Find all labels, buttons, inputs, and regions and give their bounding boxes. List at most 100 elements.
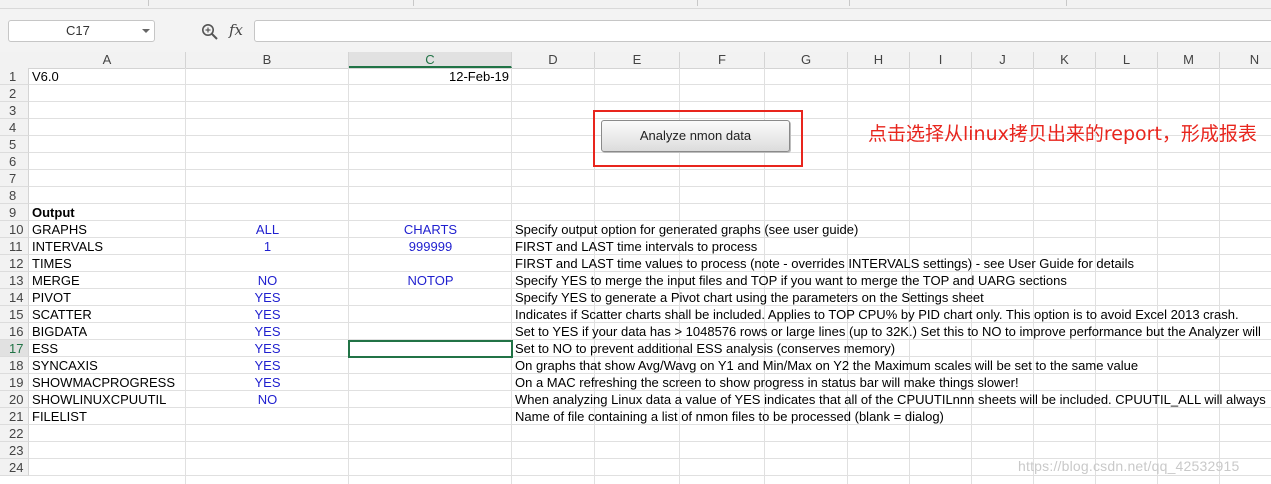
column-header-i[interactable]: I (910, 52, 972, 68)
row-header-24[interactable]: 24 (0, 459, 29, 476)
column-header-g[interactable]: G (765, 52, 848, 68)
cell-c10[interactable]: CHARTS (349, 221, 512, 238)
row-header-5[interactable]: 5 (0, 136, 29, 153)
column-header-c[interactable]: C (349, 52, 512, 68)
cell-b16[interactable]: YES (186, 323, 349, 340)
row-header-8[interactable]: 8 (0, 187, 29, 204)
cell-a1[interactable]: V6.0 (32, 68, 59, 85)
column-header-k[interactable]: K (1034, 52, 1096, 68)
gridline-horizontal (29, 475, 1271, 476)
cell-b17[interactable]: YES (186, 340, 349, 357)
cell-a11[interactable]: INTERVALS (32, 238, 103, 255)
cell-d12[interactable]: FIRST and LAST time values to process (n… (515, 255, 1134, 272)
cell-d11[interactable]: FIRST and LAST time intervals to process (515, 238, 757, 255)
column-header-n[interactable]: N (1220, 52, 1271, 68)
row-header-20[interactable]: 20 (0, 391, 29, 408)
column-header-j[interactable]: J (972, 52, 1034, 68)
name-box-value: C17 (66, 23, 90, 38)
cell-a9[interactable]: Output (32, 204, 75, 221)
cell-d16[interactable]: Set to YES if your data has > 1048576 ro… (515, 323, 1261, 340)
row-header-22[interactable]: 22 (0, 425, 29, 442)
ribbon-divider (148, 0, 149, 6)
column-header-d[interactable]: D (512, 52, 595, 68)
cell-d21[interactable]: Name of file containing a list of nmon f… (515, 408, 944, 425)
column-header-row: ABCDEFGHIJKLMN (0, 52, 1271, 69)
cell-b18[interactable]: YES (186, 357, 349, 374)
fx-icon[interactable]: fx (229, 21, 243, 39)
cell-a12[interactable]: TIMES (32, 255, 72, 272)
row-header-2[interactable]: 2 (0, 85, 29, 102)
cell-a10[interactable]: GRAPHS (32, 221, 87, 238)
ribbon-divider (413, 0, 414, 6)
cell-a16[interactable]: BIGDATA (32, 323, 87, 340)
gridline-horizontal (29, 203, 1271, 204)
name-box[interactable]: C17 (8, 20, 155, 42)
column-header-l[interactable]: L (1096, 52, 1158, 68)
row-header-1[interactable]: 1 (0, 68, 29, 85)
row-header-17[interactable]: 17 (0, 340, 29, 357)
cell-b11[interactable]: 1 (186, 238, 349, 255)
cell-a18[interactable]: SYNCAXIS (32, 357, 98, 374)
row-header-13[interactable]: 13 (0, 272, 29, 289)
row-header-3[interactable]: 3 (0, 102, 29, 119)
zoom-icon[interactable] (201, 23, 219, 41)
row-header-12[interactable]: 12 (0, 255, 29, 272)
cell-c11[interactable]: 999999 (349, 238, 512, 255)
cell-a15[interactable]: SCATTER (32, 306, 92, 323)
row-header-15[interactable]: 15 (0, 306, 29, 323)
cell-d15[interactable]: Indicates if Scatter charts shall be inc… (515, 306, 1239, 323)
cell-a19[interactable]: SHOWMACPROGRESS (32, 374, 175, 391)
gridline-horizontal (29, 101, 1271, 102)
row-header-18[interactable]: 18 (0, 357, 29, 374)
cell-a13[interactable]: MERGE (32, 272, 80, 289)
gridline-horizontal (29, 441, 1271, 442)
cell-c13[interactable]: NOTOP (349, 272, 512, 289)
cell-d20[interactable]: When analyzing Linux data a value of YES… (515, 391, 1266, 408)
column-header-f[interactable]: F (680, 52, 765, 68)
column-header-a[interactable]: A (29, 52, 186, 68)
cell-d17[interactable]: Set to NO to prevent additional ESS anal… (515, 340, 895, 357)
row-header-14[interactable]: 14 (0, 289, 29, 306)
cell-b20[interactable]: NO (186, 391, 349, 408)
annotation-text: 点击选择从linux拷贝出来的report，形成报表 (868, 123, 1257, 145)
cell-a14[interactable]: PIVOT (32, 289, 71, 306)
column-header-e[interactable]: E (595, 52, 680, 68)
cell-b13[interactable]: NO (186, 272, 349, 289)
formula-input[interactable] (254, 20, 1271, 42)
cell-d19[interactable]: On a MAC refreshing the screen to show p… (515, 374, 1019, 391)
cell-d13[interactable]: Specify YES to merge the input files and… (515, 272, 1067, 289)
row-header-10[interactable]: 10 (0, 221, 29, 238)
row-header-9[interactable]: 9 (0, 204, 29, 221)
row-header-19[interactable]: 19 (0, 374, 29, 391)
ribbon-divider (697, 0, 698, 6)
column-header-b[interactable]: B (186, 52, 349, 68)
row-header-11[interactable]: 11 (0, 238, 29, 255)
cell-a20[interactable]: SHOWLINUXCPUUTIL (32, 391, 166, 408)
row-header-4[interactable]: 4 (0, 119, 29, 136)
cell-b19[interactable]: YES (186, 374, 349, 391)
row-header-23[interactable]: 23 (0, 442, 29, 459)
gridline-horizontal (29, 84, 1271, 85)
row-header-7[interactable]: 7 (0, 170, 29, 187)
row-header-6[interactable]: 6 (0, 153, 29, 170)
cell-c1[interactable]: 12-Feb-19 (349, 68, 509, 85)
analyze-nmon-data-button[interactable]: Analyze nmon data (601, 120, 790, 152)
gridline-horizontal (29, 186, 1271, 187)
gridline-horizontal (29, 169, 1271, 170)
ribbon-divider (1066, 0, 1067, 6)
column-header-m[interactable]: M (1158, 52, 1220, 68)
cell-b15[interactable]: YES (186, 306, 349, 323)
chevron-down-icon[interactable] (142, 29, 150, 33)
cell-d18[interactable]: On graphs that show Avg/Wavg on Y1 and M… (515, 357, 1138, 374)
column-header-h[interactable]: H (848, 52, 910, 68)
row-header-16[interactable]: 16 (0, 323, 29, 340)
cell-a21[interactable]: FILELIST (32, 408, 87, 425)
cell-b10[interactable]: ALL (186, 221, 349, 238)
ribbon-strip (0, 0, 1271, 9)
row-header-21[interactable]: 21 (0, 408, 29, 425)
cell-a17[interactable]: ESS (32, 340, 58, 357)
cell-b14[interactable]: YES (186, 289, 349, 306)
cell-d10[interactable]: Specify output option for generated grap… (515, 221, 858, 238)
cell-d14[interactable]: Specify YES to generate a Pivot chart us… (515, 289, 984, 306)
selected-cell-c17[interactable] (348, 340, 513, 358)
